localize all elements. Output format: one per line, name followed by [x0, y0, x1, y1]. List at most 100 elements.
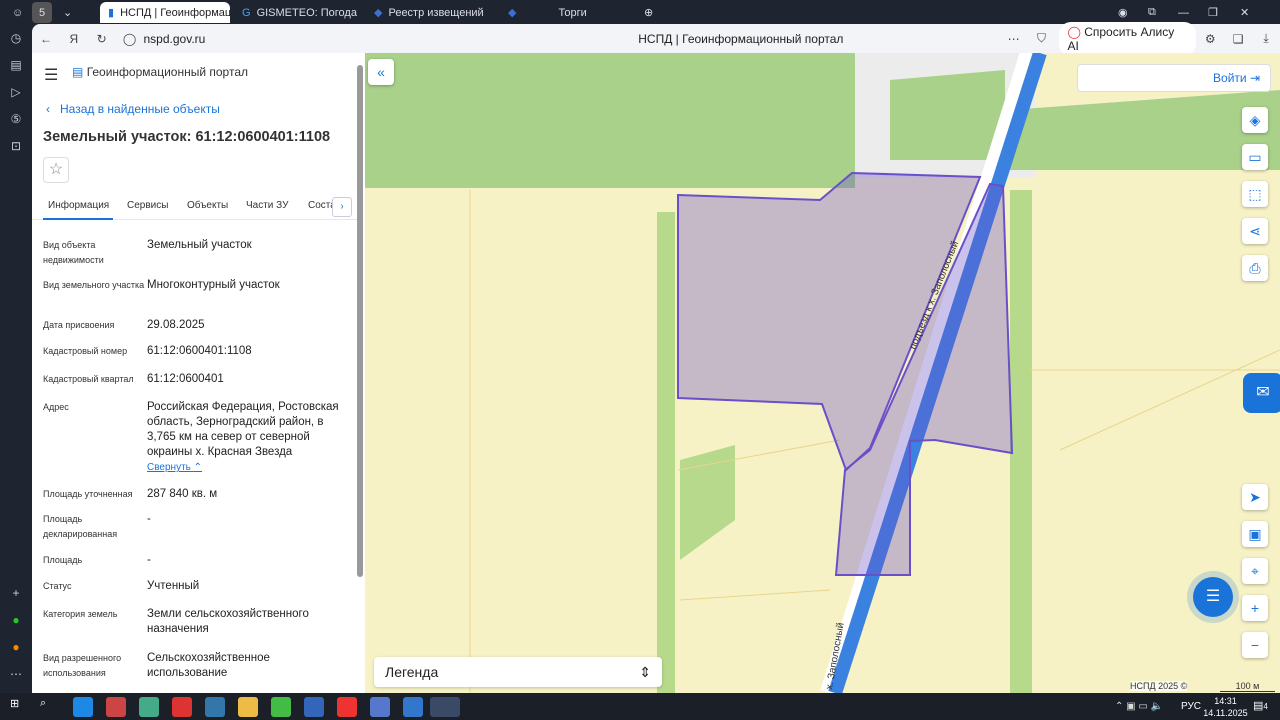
tray-icons[interactable]: ⌃ ▣ ▭ 🔈 [1115, 701, 1163, 712]
collections-icon[interactable]: ❏ [1224, 32, 1252, 46]
tab-parts[interactable]: Части ЗУ [246, 200, 288, 211]
word-icon[interactable] [304, 697, 324, 717]
language-indicator[interactable]: РУС [1181, 701, 1201, 712]
feedback-icon[interactable]: ✉ [1243, 373, 1280, 413]
five-icon[interactable]: ⑤ [0, 105, 32, 132]
app-icon[interactable] [106, 697, 126, 717]
chevron-up-icon: ⌃ [193, 462, 203, 473]
gismeteo-icon: G [242, 6, 251, 19]
new-tab-button[interactable]: ⊕ [636, 2, 661, 23]
field-green [365, 53, 855, 188]
tab-torgi[interactable]: ◆ Торги [500, 2, 630, 23]
shield-icon: ◆ [508, 7, 517, 19]
more-icon[interactable]: ⋯ [1000, 32, 1028, 46]
shield-icon: ◯ [122, 31, 137, 46]
map-view[interactable]: подъезд к х. Заполосный х. Заполосный « … [365, 53, 1280, 693]
select-area-icon[interactable]: ⬚ [1242, 181, 1268, 207]
tab-services[interactable]: Сервисы [127, 200, 168, 211]
ok-icon[interactable]: ● [0, 633, 32, 660]
opera-icon[interactable] [172, 697, 192, 717]
minimize-button[interactable]: — [1170, 2, 1197, 23]
logo-icon: ▤ [72, 65, 84, 79]
layers-icon[interactable]: ◈ [1242, 107, 1268, 133]
explorer-icon[interactable] [238, 697, 258, 717]
clock[interactable]: 14:31 14.11.2025 [1203, 695, 1248, 719]
panel-scrollbar[interactable] [357, 65, 363, 577]
chat-icon[interactable]: ☰ [1193, 577, 1233, 617]
calculator-icon[interactable] [139, 697, 159, 717]
geolocation-icon[interactable]: ➤ [1242, 484, 1268, 510]
object-title: Земельный участок: 61:12:0600401:1108 [43, 129, 331, 145]
address-bar: ← Я ↻ ◯ nspd.gov.ru НСПД | Геоинформацио… [32, 21, 1280, 56]
zoom-out-button[interactable]: − [1242, 632, 1268, 658]
scale-bar: 100 м [1220, 681, 1275, 692]
browser-sidebar: ◷ ▤ ▷ ⑤ ⊡ + ● ● ⋯ [0, 24, 32, 693]
field-row: Площадь декларированная - [43, 513, 151, 539]
zoom-in-button[interactable]: + [1242, 595, 1268, 621]
more-icon[interactable]: ⋯ [0, 660, 32, 687]
field-row: Категория земель Земли сельскохозяйственн… [43, 608, 309, 635]
ruler-icon[interactable]: ▭ [1242, 144, 1268, 170]
field-row: Дата присвоения 29.08.2025 [43, 319, 205, 331]
favorite-star-icon[interactable]: ☆ [43, 157, 69, 183]
legend-toggle[interactable]: Легенда ⇕ [374, 657, 662, 687]
print-icon[interactable]: ⎙ [1242, 255, 1268, 281]
shield-icon: ◆ [374, 7, 383, 19]
chrome-icon[interactable] [271, 697, 291, 717]
share-icon[interactable]: ⋖ [1242, 218, 1268, 244]
minimap-icon[interactable]: ▣ [1242, 521, 1268, 547]
tree-belt [657, 212, 675, 693]
tab-nspd[interactable]: ▮НСПД | Геоинформаци× [100, 2, 230, 23]
app-icon[interactable] [403, 697, 423, 717]
yandex-icon[interactable] [337, 697, 357, 717]
search-place-icon[interactable]: ⌖ [1242, 558, 1268, 584]
tab-gismeteo[interactable]: GGISMETEO: Погода в Зер [234, 2, 360, 23]
tab-info[interactable]: Информация [48, 200, 109, 211]
edge-icon[interactable] [73, 697, 93, 717]
yandex-icon[interactable]: Я [60, 32, 88, 46]
field-row: Кадастровый номер 61:12:0600401:1108 [43, 345, 252, 357]
tab-group-icon[interactable]: 5 [32, 2, 52, 23]
search-icon[interactable]: ⌕ [40, 697, 60, 717]
profile-icon[interactable]: ☺ [4, 2, 28, 23]
url-field[interactable]: nspd.gov.ru [144, 32, 483, 46]
history-icon[interactable]: ◷ [0, 24, 32, 51]
login-button[interactable]: Войти ⇥ [1077, 64, 1271, 92]
collapse-link[interactable]: Свернуть ⌃ [147, 462, 202, 473]
yandex-browser-active-icon[interactable] [430, 697, 460, 717]
chevron-down-icon[interactable]: ⌄ [55, 2, 80, 23]
app-icon[interactable] [205, 697, 225, 717]
info-panel: ☰ ▤ Геоинформационный портал ‹ Назад в н… [32, 53, 365, 693]
whatsapp-icon[interactable]: ● [0, 606, 32, 633]
yandex-browser-icon[interactable] [370, 697, 390, 717]
reload-icon[interactable]: ↻ [88, 32, 116, 46]
download-icon[interactable]: ⤓ [1252, 31, 1280, 46]
tab-registry[interactable]: ◆ Реестр извещений [366, 2, 496, 23]
tabs-next-button[interactable]: › [332, 197, 352, 217]
bookmarks-icon[interactable]: ⧉ [1140, 2, 1164, 23]
play-icon[interactable]: ▷ [0, 78, 32, 105]
page-title: НСПД | Геоинформационный портал [638, 31, 844, 46]
screenshot-icon[interactable]: ⊡ [0, 132, 32, 159]
extensions-icon[interactable]: ⚙ [1196, 32, 1224, 46]
notes-icon[interactable]: ▤ [0, 51, 32, 78]
back-link[interactable]: ‹ Назад в найденные объекты [46, 102, 220, 116]
bookmark-icon[interactable]: ⛉ [1028, 31, 1056, 46]
close-window-button[interactable]: ✕ [1232, 2, 1257, 23]
back-icon[interactable]: ← [32, 32, 60, 46]
taskbar: ⊞ ⌕ ⌃ ▣ ▭ 🔈 РУС 14:31 14.11.2025 ▤4 [0, 693, 1280, 720]
map-canvas: подъезд к х. Заполосный х. Заполосный [365, 53, 1280, 693]
windows-start-icon[interactable]: ⊞ [10, 697, 30, 717]
portal-header[interactable]: ▤ Геоинформационный портал [72, 65, 248, 79]
field-row: Кадастровый квартал 61:12:0600401 [43, 373, 224, 385]
tab-objects[interactable]: Объекты [187, 200, 228, 211]
extension-icon[interactable]: ◉ [1110, 2, 1136, 23]
alice-button[interactable]: ◯ Спросить Алису AI [1059, 21, 1197, 56]
add-icon[interactable]: + [0, 579, 32, 606]
menu-icon[interactable]: ☰ [44, 65, 58, 85]
field-row: Адрес Российская Федерация, Ростовская об… [43, 401, 339, 458]
notifications-icon[interactable]: ▤4 [1253, 699, 1268, 712]
field-row: Вид разрешенного использования Сельскохоз… [43, 652, 270, 679]
restore-button[interactable]: ❐ [1200, 2, 1226, 23]
collapse-panel-button[interactable]: « [368, 59, 394, 85]
